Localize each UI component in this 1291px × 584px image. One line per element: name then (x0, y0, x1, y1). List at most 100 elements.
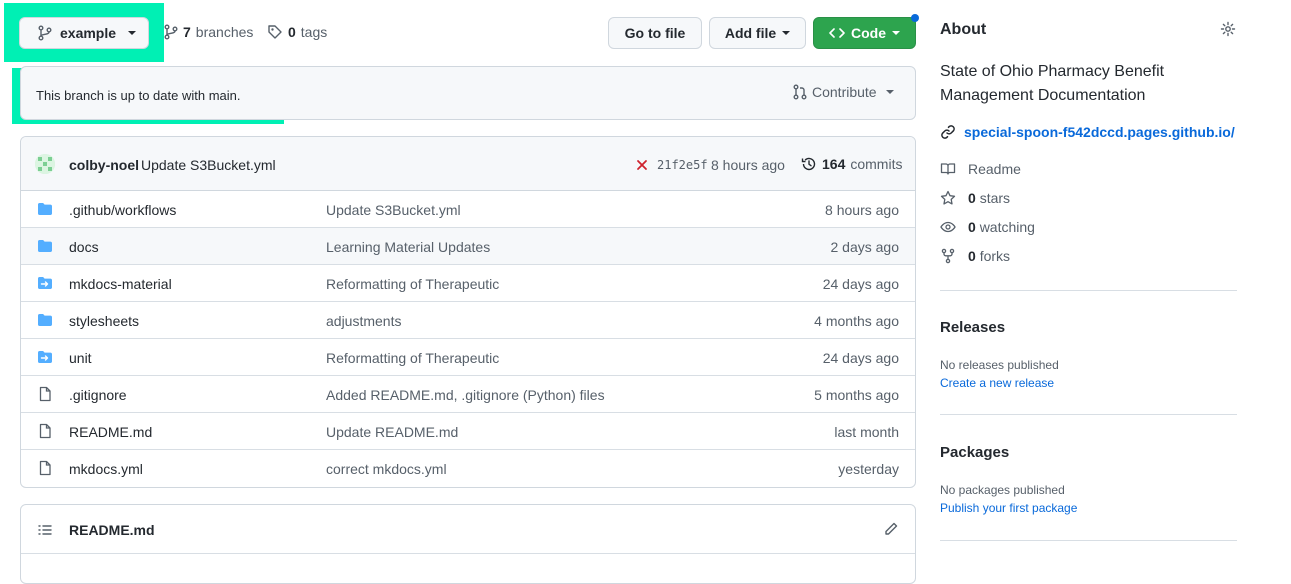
pull-request-icon (793, 84, 807, 100)
chevron-down-icon (782, 31, 791, 35)
file-commit-message[interactable]: Learning Material Updates (326, 239, 490, 255)
file-name[interactable]: unit (69, 350, 92, 366)
file-name[interactable]: stylesheets (69, 313, 139, 329)
branches-link[interactable]: 7 branches (164, 24, 253, 40)
file-icon (37, 460, 53, 476)
table-row[interactable]: mkdocs-material Reformatting of Therapeu… (21, 265, 915, 302)
commit-author[interactable]: colby-noel (69, 157, 139, 173)
fork-icon (940, 248, 956, 264)
code-icon (829, 25, 845, 41)
file-commit-message[interactable]: Update README.md (326, 424, 458, 440)
file-icon (37, 386, 53, 402)
file-name[interactable]: mkdocs-material (69, 276, 172, 292)
latest-commit-bar: colby-noel Update S3Bucket.yml 21f2e5f 8… (21, 137, 915, 191)
file-name[interactable]: mkdocs.yml (69, 461, 143, 477)
gear-icon[interactable] (1220, 21, 1236, 37)
tags-link[interactable]: 0 tags (267, 24, 327, 40)
tag-icon (267, 24, 283, 40)
readme-title[interactable]: README.md (69, 522, 155, 538)
readme-divider (21, 553, 915, 554)
watching-label: watching (979, 219, 1035, 235)
code-label: Code (851, 25, 886, 41)
sidebar-divider (940, 540, 1237, 541)
pencil-icon[interactable] (883, 521, 899, 537)
forks-count: 0 (968, 248, 976, 264)
watching-count: 0 (968, 219, 976, 235)
branches-count: 7 (183, 24, 191, 40)
description-line-1: State of Ohio Pharmacy Benefit (940, 63, 1165, 80)
file-name[interactable]: docs (69, 239, 99, 255)
table-row[interactable]: mkdocs.yml correct mkdocs.yml yesterday (21, 450, 915, 487)
submodule-icon (37, 349, 53, 365)
chevron-down-icon (892, 31, 900, 35)
file-age: 24 days ago (822, 350, 899, 366)
forks-link[interactable]: 0 forks (940, 248, 1010, 264)
contribute-label: Contribute (812, 84, 877, 100)
sidebar-divider (940, 290, 1237, 291)
table-row[interactable]: README.md Update README.md last month (21, 413, 915, 450)
table-row[interactable]: docs Learning Material Updates 2 days ag… (21, 228, 915, 265)
git-branch-icon (38, 25, 52, 41)
description-line-2: Management Documentation (940, 87, 1146, 104)
chevron-down-icon (128, 31, 137, 35)
file-commit-message[interactable]: correct mkdocs.yml (326, 461, 447, 477)
code-button[interactable]: Code (813, 17, 916, 49)
file-name[interactable]: README.md (69, 424, 152, 440)
table-row[interactable]: unit Reformatting of Therapeutic 24 days… (21, 339, 915, 376)
readme-link[interactable]: Readme (940, 161, 1021, 177)
table-row[interactable]: .github/workflows Update S3Bucket.yml 8 … (21, 191, 915, 228)
commit-time: 8 hours ago (711, 157, 785, 173)
file-list: colby-noel Update S3Bucket.yml 21f2e5f 8… (20, 136, 916, 488)
file-age: yesterday (838, 461, 899, 477)
repo-description: State of Ohio Pharmacy Benefit Managemen… (940, 60, 1164, 108)
file-name[interactable]: .github/workflows (69, 202, 176, 218)
folder-icon (37, 312, 53, 328)
packages-title[interactable]: Packages (940, 444, 1009, 461)
stars-label: stars (979, 190, 1011, 206)
avatar[interactable] (35, 154, 55, 174)
branch-label: example (60, 25, 117, 41)
branch-status-text: This branch is up to date with main. (25, 82, 271, 108)
publish-package-link[interactable]: Publish your first package (940, 501, 1077, 515)
file-commit-message[interactable]: Reformatting of Therapeutic (326, 276, 499, 292)
branch-select-button[interactable]: example (19, 17, 149, 49)
go-to-file-button[interactable]: Go to file (608, 17, 702, 49)
submodule-icon (37, 275, 53, 291)
file-commit-message[interactable]: adjustments (326, 313, 401, 329)
homepage-url: special-spoon-f542dccd.pages.github.io/ (964, 124, 1235, 140)
stars-link[interactable]: 0 stars (940, 190, 1010, 206)
tags-label: tags (300, 24, 328, 40)
list-icon[interactable] (37, 522, 53, 538)
x-icon[interactable] (636, 159, 648, 171)
stars-count: 0 (968, 190, 976, 206)
homepage-link[interactable]: special-spoon-f542dccd.pages.github.io/ (940, 124, 1235, 140)
file-age: 24 days ago (822, 276, 899, 292)
notification-dot (911, 14, 919, 22)
watching-link[interactable]: 0 watching (940, 219, 1035, 235)
file-name[interactable]: .gitignore (69, 387, 127, 403)
commit-message[interactable]: Update S3Bucket.yml (141, 157, 276, 173)
commits-count: 164 (822, 156, 846, 172)
chevron-down-icon (885, 90, 894, 94)
contribute-button[interactable]: Contribute (793, 84, 894, 100)
file-commit-message[interactable]: Added README.md, .gitignore (Python) fil… (326, 387, 605, 403)
forks-label: forks (979, 248, 1011, 264)
create-release-link[interactable]: Create a new release (940, 376, 1054, 390)
history-icon (801, 156, 817, 172)
sidebar-divider (940, 414, 1237, 415)
readme-label: Readme (968, 161, 1021, 177)
commit-sha[interactable]: 21f2e5f (657, 158, 708, 172)
readme-panel: README.md (20, 504, 916, 584)
commits-link[interactable]: 164 commits (801, 156, 902, 172)
link-icon (940, 124, 956, 140)
table-row[interactable]: stylesheets adjustments 4 months ago (21, 302, 915, 339)
book-icon (940, 161, 956, 177)
add-file-button[interactable]: Add file (709, 17, 806, 49)
file-commit-message[interactable]: Reformatting of Therapeutic (326, 350, 499, 366)
no-releases-text: No releases published (940, 358, 1059, 372)
file-icon (37, 423, 53, 439)
releases-title[interactable]: Releases (940, 319, 1005, 336)
table-row[interactable]: .gitignore Added README.md, .gitignore (… (21, 376, 915, 413)
file-age: 5 months ago (814, 387, 899, 403)
file-commit-message[interactable]: Update S3Bucket.yml (326, 202, 461, 218)
